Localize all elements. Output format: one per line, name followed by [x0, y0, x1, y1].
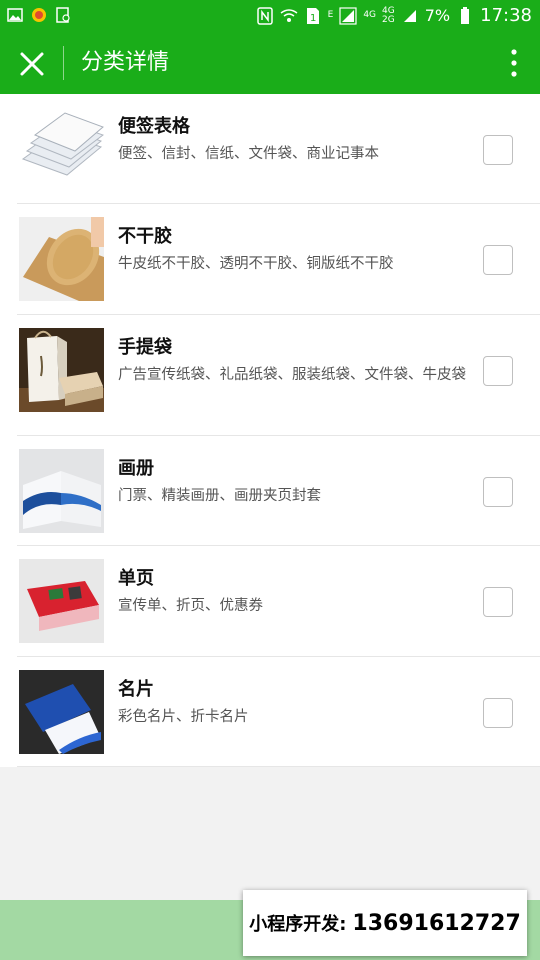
status-left-icons — [6, 6, 72, 24]
category-title: 画册 — [118, 458, 154, 479]
flyer-image — [19, 559, 104, 643]
category-desc: 广告宣传纸袋、礼品纸袋、服装纸袋、文件袋、牛皮袋 — [118, 367, 466, 383]
category-title: 便签表格 — [118, 116, 190, 137]
category-row[interactable]: 便签表格 便签、信封、信纸、文件袋、商业记事本 — [0, 94, 540, 204]
dual-network-label: 4G 2G — [382, 6, 395, 25]
stationery-image — [19, 107, 104, 191]
category-title: 单页 — [118, 568, 154, 589]
signal-2-icon — [401, 7, 419, 25]
category-row[interactable]: 画册 门票、精装画册、画册夹页封套 — [0, 436, 540, 546]
category-title: 不干胶 — [118, 226, 172, 247]
signal-icon — [339, 6, 357, 25]
net-4g-label: 4G — [363, 10, 377, 20]
category-desc: 便签、信封、信纸、文件袋、商业记事本 — [118, 146, 379, 162]
battery-icon — [456, 6, 474, 25]
nfc-icon — [256, 6, 274, 25]
category-checkbox[interactable] — [483, 245, 513, 275]
status-time: 17:38 — [480, 5, 532, 26]
wifi-icon — [280, 7, 298, 25]
category-desc: 牛皮纸不干胶、透明不干胶、铜版纸不干胶 — [118, 256, 394, 272]
category-title: 手提袋 — [118, 337, 172, 358]
header-divider — [63, 46, 64, 80]
business-card-image — [19, 670, 104, 754]
promo-phone: 13691612727 — [352, 910, 521, 936]
category-checkbox[interactable] — [483, 698, 513, 728]
battery-percent: 7% — [424, 6, 451, 25]
page-title: 分类详情 — [81, 50, 170, 75]
category-desc: 彩色名片、折卡名片 — [118, 709, 249, 725]
category-title: 名片 — [118, 679, 154, 700]
category-row[interactable]: 单页 宣传单、折页、优惠券 — [0, 546, 540, 657]
file-icon — [54, 6, 72, 24]
status-right-icons: 1 E 4G 4G 2G 7% 17:38 — [256, 5, 532, 26]
header-bar: 分类详情 — [0, 32, 540, 94]
category-row[interactable]: 不干胶 牛皮纸不干胶、透明不干胶、铜版纸不干胶 — [0, 204, 540, 315]
promo-label: 小程序开发: — [249, 914, 347, 935]
app-notification-icon — [30, 6, 48, 24]
more-menu-icon[interactable] — [510, 48, 518, 78]
category-desc: 宣传单、折页、优惠券 — [118, 598, 263, 614]
category-checkbox[interactable] — [483, 477, 513, 507]
category-row[interactable]: 手提袋 广告宣传纸袋、礼品纸袋、服装纸袋、文件袋、牛皮袋 — [0, 315, 540, 436]
category-list: 便签表格 便签、信封、信纸、文件袋、商业记事本 不干胶 牛皮纸不干胶、透明不干胶… — [0, 94, 540, 767]
sim-icon: 1 — [304, 7, 322, 25]
close-icon[interactable] — [18, 50, 46, 78]
paper-bag-image — [19, 328, 104, 412]
category-checkbox[interactable] — [483, 356, 513, 386]
status-bar: 1 E 4G 4G 2G 7% 17:38 — [0, 0, 540, 32]
net-2g-label: 2G — [382, 14, 395, 25]
sticker-image — [19, 217, 104, 301]
category-row[interactable]: 名片 彩色名片、折卡名片 — [0, 657, 540, 767]
gallery-icon — [6, 6, 24, 24]
brochure-image — [19, 449, 104, 533]
net-e-label: E — [327, 10, 334, 20]
row-divider — [17, 766, 540, 767]
svg-text:1: 1 — [310, 13, 316, 24]
category-checkbox[interactable] — [483, 135, 513, 165]
category-desc: 门票、精装画册、画册夹页封套 — [118, 488, 321, 504]
category-checkbox[interactable] — [483, 587, 513, 617]
promo-banner: 小程序开发: 13691612727 — [243, 890, 527, 956]
